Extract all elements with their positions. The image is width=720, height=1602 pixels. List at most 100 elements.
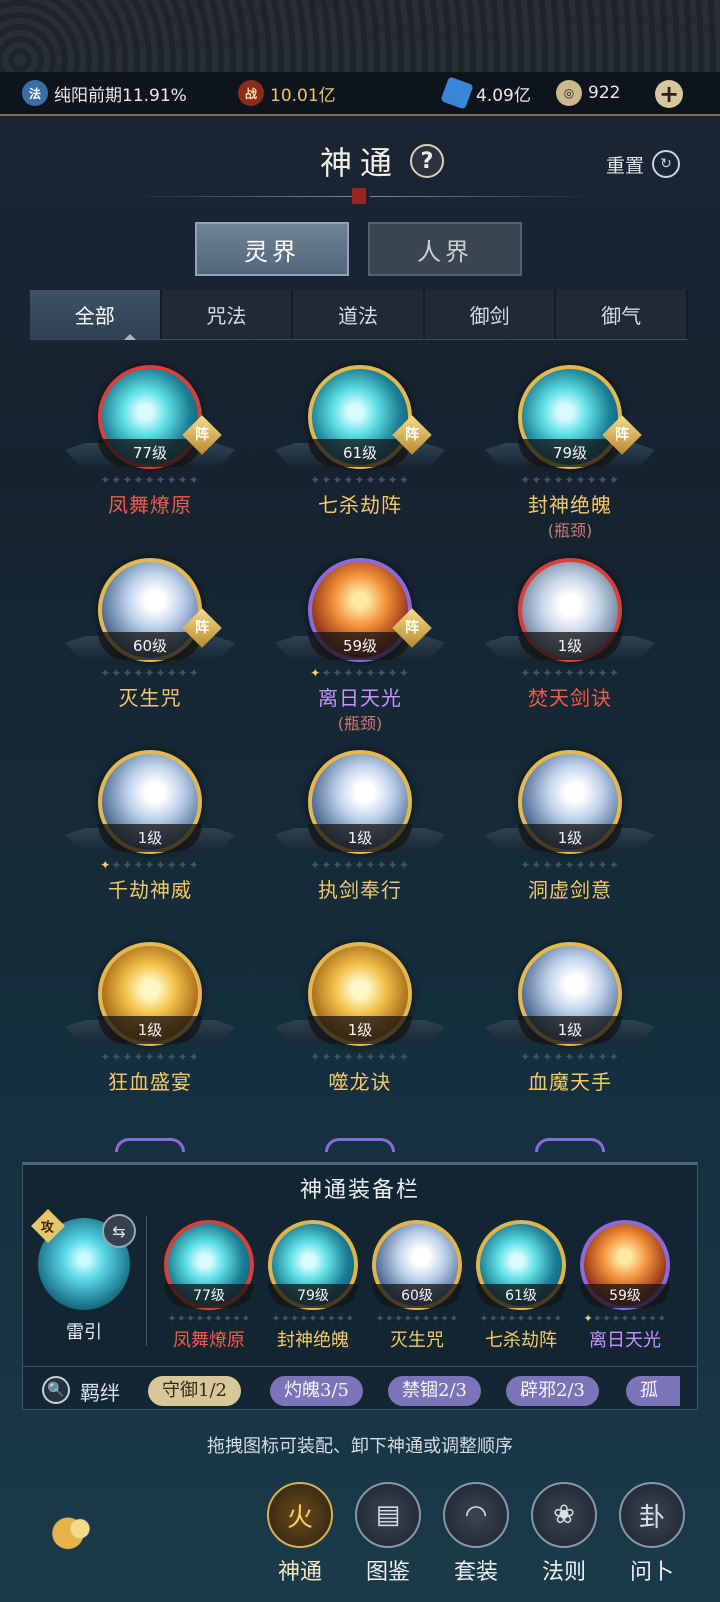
skill-stars: ✦✦✦✦✦✦✦✦✦ bbox=[520, 666, 620, 680]
power-resource[interactable]: 战 10.01亿 bbox=[238, 80, 336, 106]
search-icon[interactable]: 🔍 bbox=[42, 1376, 70, 1404]
swap-icon[interactable]: ⇆ bbox=[102, 1214, 136, 1248]
tab-curse[interactable]: 咒法 bbox=[161, 290, 294, 339]
fan-icon: ◠ bbox=[443, 1482, 509, 1548]
seal-icon bbox=[352, 188, 366, 204]
equip-slot[interactable]: 60级 ✦✦✦✦✦✦✦✦✦ 灭生咒 bbox=[366, 1220, 466, 1351]
cultivation-text: 纯阳前期11.91% bbox=[54, 85, 187, 106]
skill-stars: ✦✦✦✦✦✦✦✦✦ bbox=[100, 473, 200, 487]
skill-name: 血魔天手 bbox=[528, 1070, 612, 1094]
nav-label: 图鉴 bbox=[365, 1560, 410, 1585]
skill-name: 封神绝魄 bbox=[528, 493, 612, 517]
skill-card[interactable]: 59级 阵 ✦✦✦✦✦✦✦✦✦ 离日天光 (瓶颈) bbox=[260, 558, 460, 738]
equip-slot[interactable]: 61级 ✦✦✦✦✦✦✦✦✦ 七杀劫阵 bbox=[470, 1220, 570, 1351]
tab-sword[interactable]: 御剑 bbox=[424, 290, 557, 339]
nav-taozhuang[interactable]: ◠ 套装 bbox=[438, 1482, 514, 1592]
slot-stars: ✦✦✦✦✦✦✦✦✦ bbox=[583, 1312, 667, 1325]
equip-slot[interactable]: 79级 ✦✦✦✦✦✦✦✦✦ 封神绝魄 bbox=[262, 1220, 362, 1351]
reset-label: 重置 bbox=[606, 154, 645, 177]
formation-badge: 阵 bbox=[602, 415, 642, 455]
skill-card[interactable]: 1级 ✦✦✦✦✦✦✦✦✦ 焚天剑诀 bbox=[470, 558, 670, 738]
reset-button[interactable]: 重置 ↻ bbox=[606, 150, 681, 178]
spirit-crystal-icon bbox=[440, 76, 474, 110]
skill-card[interactable]: 1级 ✦✦✦✦✦✦✦✦✦ 血魔天手 bbox=[470, 942, 670, 1122]
formation-badge: 阵 bbox=[392, 608, 432, 648]
slot-level: 77级 bbox=[164, 1284, 254, 1308]
slot-name: 凤舞燎原 bbox=[173, 1330, 245, 1351]
slot-name: 离日天光 bbox=[589, 1330, 661, 1351]
skill-stars: ✦✦✦✦✦✦✦✦✦ bbox=[520, 858, 620, 872]
skill-card[interactable]: 61级 阵 ✦✦✦✦✦✦✦✦✦ 七杀劫阵 bbox=[260, 365, 460, 545]
slot-name: 灭生咒 bbox=[390, 1330, 444, 1351]
gold-resource[interactable]: ◎ 922 bbox=[556, 80, 620, 106]
skill-level: 61级 bbox=[308, 439, 412, 467]
skill-card[interactable]: 1级 ✦✦✦✦✦✦✦✦✦ 洞虚剑意 bbox=[470, 750, 670, 930]
bond-tag[interactable]: 辟邪2/3 bbox=[506, 1376, 599, 1406]
skill-card[interactable]: 79级 阵 ✦✦✦✦✦✦✦✦✦ 封神绝魄 (瓶颈) bbox=[470, 365, 670, 545]
crystal-text: 4.09亿 bbox=[476, 85, 531, 106]
title-rule-left bbox=[125, 196, 355, 197]
gold-text: 922 bbox=[588, 83, 621, 103]
bond-tag[interactable]: 守御1/2 bbox=[148, 1376, 241, 1406]
nav-shentong[interactable]: 火 神通 bbox=[262, 1482, 338, 1592]
skill-level: 1级 bbox=[308, 1016, 412, 1044]
equip-slot[interactable]: 59级 ✦✦✦✦✦✦✦✦✦ 离日天光 bbox=[574, 1220, 674, 1351]
nav-label: 神通 bbox=[277, 1560, 322, 1585]
slot-level: 61级 bbox=[476, 1284, 566, 1308]
nav-wenbu[interactable]: 卦 问卜 bbox=[614, 1482, 690, 1592]
tab-dao[interactable]: 道法 bbox=[293, 290, 425, 339]
crystal-resource[interactable]: 4.09亿 bbox=[440, 76, 531, 110]
skill-card-peek bbox=[115, 1138, 185, 1152]
nav-label: 问卜 bbox=[629, 1560, 674, 1585]
cloud-menu-icon[interactable] bbox=[36, 1508, 116, 1554]
skill-stars: ✦✦✦✦✦✦✦✦✦ bbox=[310, 473, 410, 487]
main-skill-slot[interactable]: 攻 ⇆ 雷引 bbox=[31, 1209, 138, 1343]
skill-level: 79级 bbox=[518, 439, 622, 467]
bottleneck-label: (瓶颈) bbox=[547, 521, 593, 540]
category-tabs: 全部 咒法 道法 御剑 御气 bbox=[30, 290, 688, 340]
title-rule-right bbox=[370, 196, 600, 197]
skill-stars: ✦✦✦✦✦✦✦✦✦ bbox=[100, 666, 200, 680]
skill-name: 狂血盛宴 bbox=[108, 1070, 192, 1094]
nav-tujian[interactable]: ▤ 图鉴 bbox=[350, 1482, 426, 1592]
skill-card[interactable]: 1级 ✦✦✦✦✦✦✦✦✦ 狂血盛宴 bbox=[50, 942, 250, 1122]
skill-name: 焚天剑诀 bbox=[528, 686, 612, 710]
skill-card[interactable]: 77级 阵 ✦✦✦✦✦✦✦✦✦ 凤舞燎原 bbox=[50, 365, 250, 545]
bottleneck-label: (瓶颈) bbox=[337, 714, 383, 733]
skill-card[interactable]: 1级 ✦✦✦✦✦✦✦✦✦ 执剑奉行 bbox=[260, 750, 460, 930]
skill-stars: ✦✦✦✦✦✦✦✦✦ bbox=[310, 858, 410, 872]
skill-name: 离日天光 bbox=[318, 686, 402, 710]
slot-stars: ✦✦✦✦✦✦✦✦✦ bbox=[167, 1312, 251, 1325]
bond-tag[interactable]: 孤 bbox=[626, 1376, 680, 1406]
help-button[interactable]: ? bbox=[410, 144, 444, 178]
battle-icon: 战 bbox=[238, 80, 264, 106]
skill-name: 七杀劫阵 bbox=[318, 493, 402, 517]
tab-qi[interactable]: 御气 bbox=[556, 290, 688, 339]
flame-icon: 火 bbox=[267, 1482, 333, 1548]
skill-card[interactable]: 1级 ✦✦✦✦✦✦✦✦✦ 噬龙诀 bbox=[260, 942, 460, 1122]
skill-stars: ✦✦✦✦✦✦✦✦✦ bbox=[310, 1050, 410, 1064]
top-banner bbox=[0, 0, 720, 72]
cultivation-resource[interactable]: 法 纯阳前期11.91% bbox=[22, 80, 187, 106]
slot-level: 60级 bbox=[372, 1284, 462, 1308]
skill-name: 灭生咒 bbox=[118, 686, 182, 710]
add-resource-button[interactable]: + bbox=[655, 80, 683, 108]
skill-name: 执剑奉行 bbox=[318, 878, 402, 902]
tab-renjie[interactable]: 人界 bbox=[368, 222, 522, 276]
nav-faze[interactable]: ❀ 法则 bbox=[526, 1482, 602, 1592]
skill-level: 1级 bbox=[518, 824, 622, 852]
slot-stars: ✦✦✦✦✦✦✦✦✦ bbox=[375, 1312, 459, 1325]
tab-all[interactable]: 全部 bbox=[30, 290, 162, 340]
tab-lingjie[interactable]: 灵界 bbox=[195, 222, 349, 276]
skill-card[interactable]: 1级 ✦✦✦✦✦✦✦✦✦ 千劫神威 bbox=[50, 750, 250, 930]
bond-tag[interactable]: 灼魄3/5 bbox=[270, 1376, 363, 1406]
skill-level: 60级 bbox=[98, 632, 202, 660]
skill-name: 千劫神威 bbox=[108, 878, 192, 902]
bond-tag[interactable]: 禁锢2/3 bbox=[388, 1376, 481, 1406]
skill-card[interactable]: 60级 阵 ✦✦✦✦✦✦✦✦✦ 灭生咒 bbox=[50, 558, 250, 738]
equip-slot[interactable]: 77级 ✦✦✦✦✦✦✦✦✦ 凤舞燎原 bbox=[158, 1220, 258, 1351]
equip-panel-title: 神通装备栏 bbox=[299, 1178, 420, 1203]
skill-stars: ✦✦✦✦✦✦✦✦✦ bbox=[520, 473, 620, 487]
resource-bar: 法 纯阳前期11.91% 战 10.01亿 4.09亿 ◎ 922 bbox=[0, 72, 720, 116]
formation-badge: 阵 bbox=[182, 415, 222, 455]
